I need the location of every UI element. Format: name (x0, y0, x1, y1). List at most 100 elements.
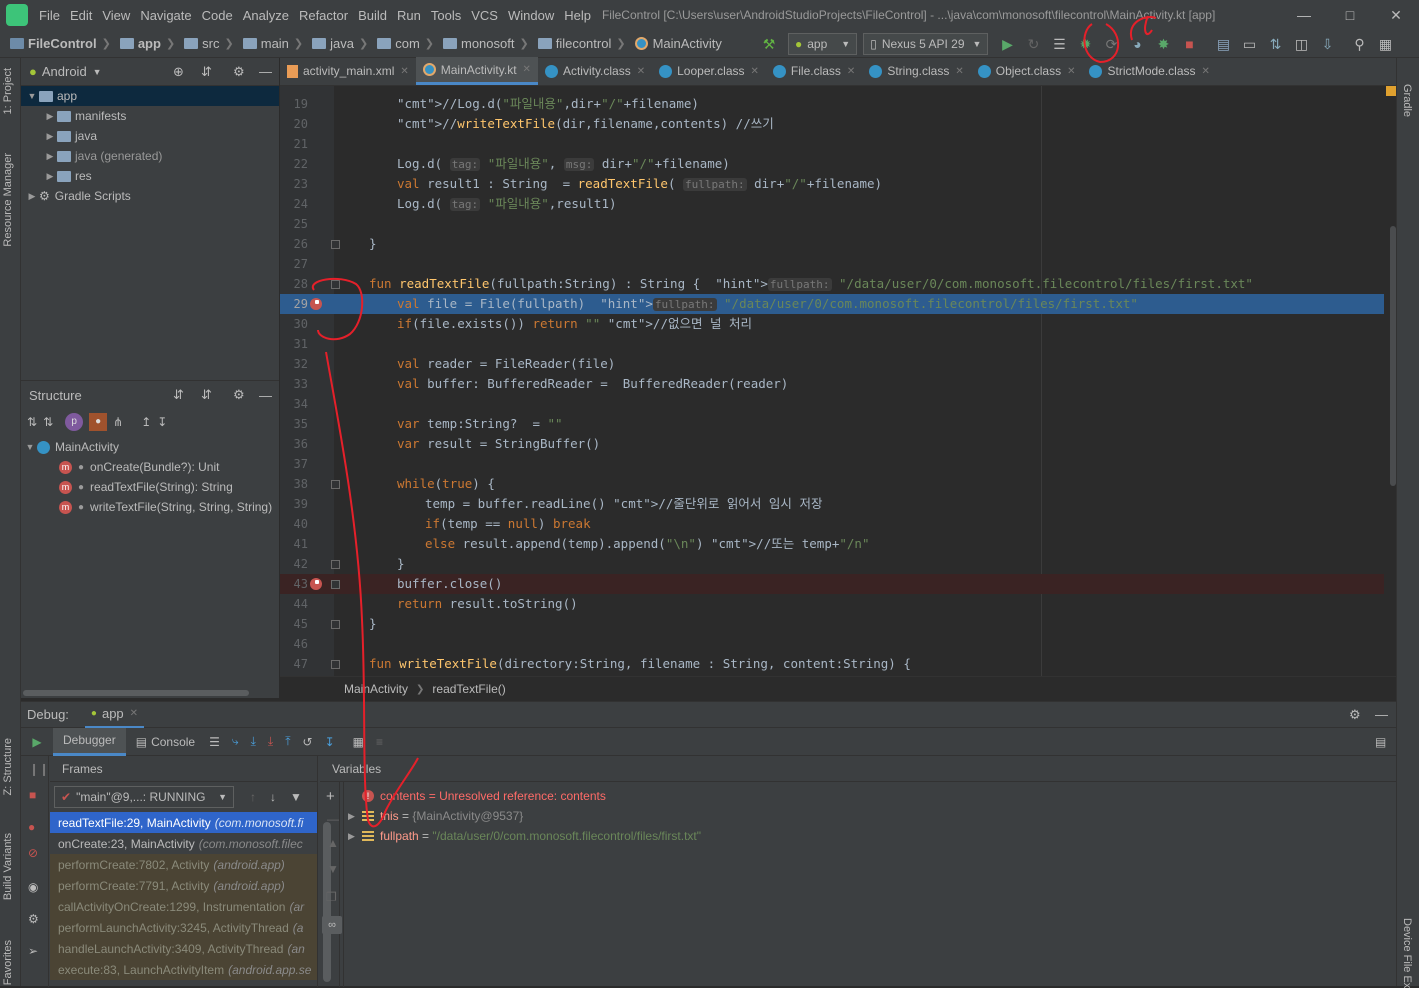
profiler-gauge-icon[interactable]: ◕ (1126, 33, 1148, 55)
settings-icon[interactable]: ⚙ (28, 912, 39, 926)
apply-code-changes-icon[interactable]: ☰ (1048, 33, 1070, 55)
sync-project-icon[interactable]: ▤ (1212, 33, 1234, 55)
breadcrumb-item-monosoft[interactable]: monosoft ❯ (441, 36, 536, 51)
tab-favorites[interactable]: Favorites (2, 940, 14, 985)
pin-icon[interactable]: ➢ (28, 944, 38, 958)
expand-icon[interactable]: ▶ (348, 831, 362, 842)
editor-tab-strictmode-class[interactable]: StrictMode.class ✕ (1082, 57, 1216, 85)
autoscroll-to-source-icon[interactable]: ↥ (141, 415, 151, 429)
project-tree-item-java[interactable]: ▶ java (21, 126, 279, 146)
code-line-35[interactable]: 35 var temp:String? = "" (280, 414, 1396, 434)
tab-project[interactable]: 1: Project (2, 68, 14, 114)
project-tree-item-res[interactable]: ▶ res (21, 166, 279, 186)
code-line-36[interactable]: 36 var result = StringBuffer() (280, 434, 1396, 454)
device-manager-icon[interactable]: ◫ (1290, 33, 1312, 55)
menu-item-analyze[interactable]: Analyze (238, 8, 294, 23)
inspection-status-icon[interactable] (1386, 86, 1396, 96)
frame-item[interactable]: readTextFile:29, MainActivity (com.monoso… (50, 812, 317, 833)
close-icon[interactable]: ✕ (751, 66, 759, 77)
debug-icon[interactable]: ✹ (1074, 33, 1096, 55)
gear-icon[interactable]: ⚙ (233, 64, 245, 80)
drop-frame-icon[interactable]: ↺ (303, 735, 313, 749)
breadcrumb-item-src[interactable]: src ❯ (182, 36, 241, 51)
editor-tab-object-class[interactable]: Object.class ✕ (971, 57, 1083, 85)
debug-session-tab[interactable]: ● app ✕ (84, 702, 145, 728)
editor-tab-activity-class[interactable]: Activity.class ✕ (538, 57, 652, 85)
collapse-icon[interactable]: ▶ (25, 191, 39, 202)
code-line-34[interactable]: 34 (280, 394, 1396, 414)
code-line-46[interactable]: 46 (280, 634, 1396, 654)
editor-tab-mainactivity-kt[interactable]: MainActivity.kt ✕ (415, 57, 538, 85)
add-watch-icon[interactable]: + (326, 788, 335, 805)
trace-icon[interactable]: ≡ (376, 735, 383, 749)
arrow-down-icon[interactable]: ↓ (270, 790, 276, 804)
close-icon[interactable]: ✕ (847, 66, 855, 77)
code-line-24[interactable]: 24 Log.d( tag: "파일내용",result1) (280, 194, 1396, 214)
scroll-thumb[interactable] (1390, 226, 1396, 486)
variable-fullpath[interactable]: ▶ fullpath = "/data/user/0/com.monosoft.f… (348, 826, 701, 846)
evaluate-expression-icon[interactable]: ▦ (353, 735, 364, 749)
close-icon[interactable]: ✕ (1067, 66, 1075, 77)
sort-alpha-icon[interactable]: ⇅ (27, 415, 37, 429)
editor-tab-activity-main-xml[interactable]: activity_main.xml ✕ (280, 57, 416, 85)
structure-member-readtextfile[interactable]: m ● readTextFile(String): String (21, 477, 279, 497)
project-view-select[interactable]: Android (42, 64, 87, 79)
search-icon[interactable]: ⚲ (1348, 33, 1370, 55)
move-down-icon[interactable]: ▼ (327, 862, 339, 876)
gear-icon[interactable]: ⚙ (1349, 707, 1361, 723)
frame-item[interactable]: onCreate:23, MainActivity (com.monosoft.f… (50, 833, 317, 854)
editor-crumb-class[interactable]: MainActivity (344, 682, 408, 696)
show-properties-icon[interactable]: p (65, 413, 84, 431)
step-over-icon[interactable]: ⤷ (232, 734, 239, 749)
horizontal-scrollbar[interactable] (23, 690, 249, 696)
menu-item-navigate[interactable]: Navigate (135, 8, 196, 23)
code-line-45[interactable]: 45} (280, 614, 1396, 634)
show-non-public-icon[interactable]: ● (89, 413, 108, 431)
copy-icon[interactable]: ❐ (326, 890, 337, 904)
gradle-sync-icon[interactable]: ⇅ (1264, 33, 1286, 55)
tab-console[interactable]: ▤ Console (126, 728, 205, 756)
sort-visibility-icon[interactable]: ⇅ (43, 415, 53, 429)
breadcrumb-item-com[interactable]: com ❯ (375, 36, 441, 51)
menu-item-code[interactable]: Code (197, 8, 238, 23)
variable-contents[interactable]: ! contents = Unresolved reference: conten… (348, 786, 701, 806)
code-line-22[interactable]: 22 Log.d( tag: "파일내용", msg: dir+"/"+filen… (280, 154, 1396, 174)
project-tree-item-gradle-scripts[interactable]: ▶ ⚙ Gradle Scripts (21, 186, 279, 206)
fold-marker-icon[interactable] (331, 240, 340, 249)
attach-debugger-icon[interactable]: ✸ (1152, 33, 1174, 55)
expand-all-icon[interactable]: ⇵ (173, 387, 184, 403)
code-line-29[interactable]: 29 val file = File(fullpath) "hint"> fullp… (280, 294, 1396, 314)
tab-debugger[interactable]: Debugger (53, 727, 126, 756)
tab-structure[interactable]: Z: Structure (2, 738, 14, 795)
breakpoint-icon[interactable] (310, 578, 322, 590)
avd-manager-icon[interactable]: ▭ (1238, 33, 1260, 55)
hide-icon[interactable]: — (1375, 707, 1388, 722)
structure-member-writetextfile[interactable]: m ● writeTextFile(String, String, String) (21, 497, 279, 517)
step-out-icon[interactable]: ⤒ (285, 734, 290, 749)
locate-icon[interactable]: ⊕ (173, 64, 184, 80)
step-into-icon[interactable]: ⤓ (251, 734, 256, 749)
thread-select[interactable]: ✔ "main"@9,...: RUNNING ▼ (54, 786, 234, 808)
apply-changes-icon[interactable]: ↻ (1022, 33, 1044, 55)
menu-item-view[interactable]: View (97, 8, 135, 23)
collapse-icon[interactable]: ▶ (43, 131, 57, 142)
code-line-30[interactable]: 30 if(file.exists()) return "" "cmt">//없으… (280, 314, 1396, 334)
restore-layout-icon[interactable]: ☰ (209, 735, 220, 749)
menu-item-edit[interactable]: Edit (65, 8, 97, 23)
menu-item-help[interactable]: Help (559, 8, 596, 23)
fold-marker-icon[interactable] (331, 560, 340, 569)
resume-icon[interactable]: ▶ (21, 735, 53, 749)
collapse-icon[interactable]: ⇵ (201, 387, 212, 403)
project-tree-item-java-generated[interactable]: ▶ java (generated) (21, 146, 279, 166)
fold-marker-icon[interactable] (331, 280, 340, 289)
layout-icon[interactable]: ▦ (1374, 33, 1396, 55)
close-window-button[interactable]: ✕ (1373, 0, 1419, 30)
close-icon[interactable]: ✕ (637, 66, 645, 77)
camera-icon[interactable]: ◉ (28, 880, 38, 894)
code-line-32[interactable]: 32 val reader = FileReader(file) (280, 354, 1396, 374)
layout-settings-icon[interactable]: ▤ (1375, 735, 1386, 749)
editor-tab-string-class[interactable]: String.class ✕ (862, 57, 970, 85)
hide-icon[interactable]: — (259, 388, 272, 403)
collapse-icon[interactable]: ▶ (43, 151, 57, 162)
menu-item-refactor[interactable]: Refactor (294, 8, 353, 23)
